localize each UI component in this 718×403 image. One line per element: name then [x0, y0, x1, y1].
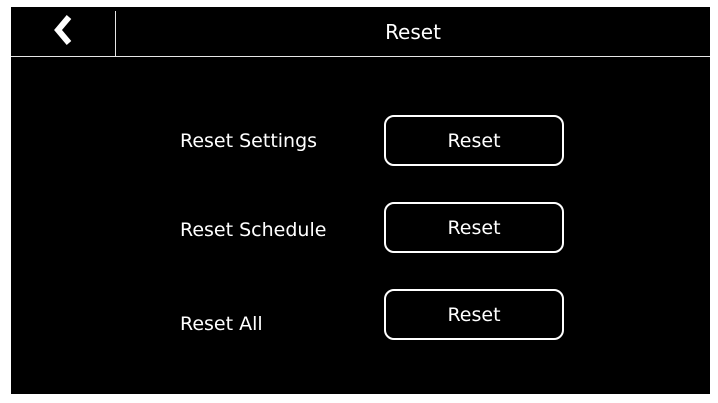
chevron-left-icon	[52, 13, 74, 51]
reset-settings-label: Reset Settings	[180, 130, 318, 152]
reset-schedule-button[interactable]: Reset	[384, 202, 564, 253]
reset-all-label: Reset All	[180, 313, 263, 335]
header-bar: Reset	[11, 7, 710, 57]
page-title: Reset	[385, 20, 441, 44]
reset-schedule-label: Reset Schedule	[180, 219, 327, 241]
reset-screen: Reset Reset Settings Reset Reset Schedul…	[11, 7, 710, 394]
reset-all-button[interactable]: Reset	[384, 289, 564, 340]
back-button[interactable]	[11, 7, 115, 56]
reset-settings-button[interactable]: Reset	[384, 115, 564, 166]
